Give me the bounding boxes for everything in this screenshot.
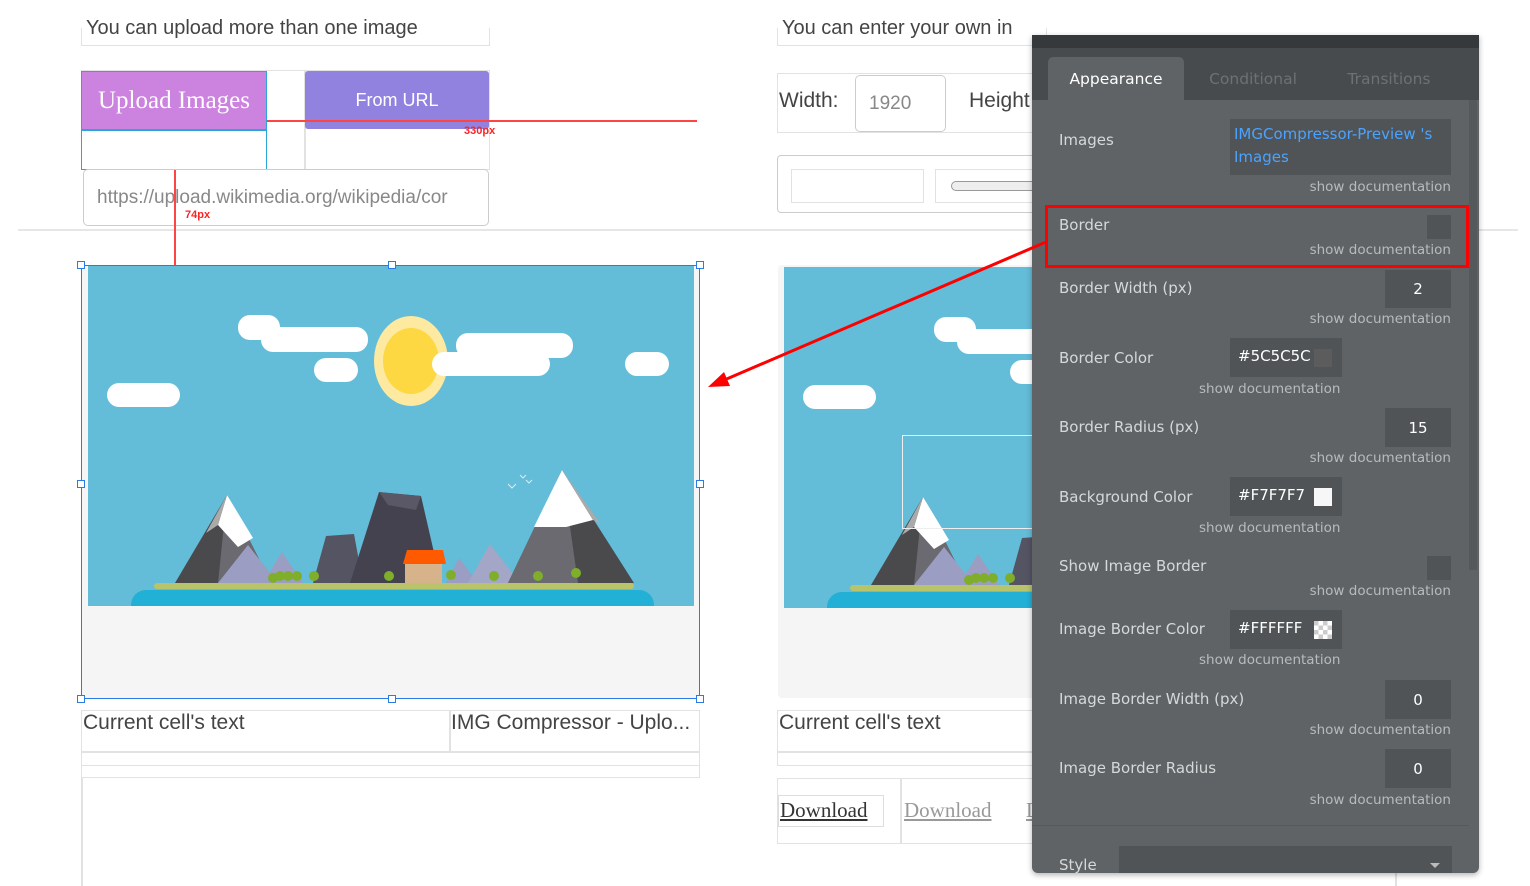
arrow-head-icon [708, 372, 730, 387]
download-link[interactable]: Download [780, 798, 868, 823]
divider [81, 778, 83, 886]
border-color-value: #5C5C5C [1238, 347, 1311, 365]
selection-box[interactable] [81, 265, 700, 699]
resize-handle-w[interactable] [77, 480, 85, 488]
cell-title: IMG Compressor - Uplo... [451, 711, 691, 734]
border-color-label: Border Color [1059, 349, 1154, 367]
border-width-input[interactable]: 2 [1385, 270, 1451, 308]
border-color-picker[interactable]: #5C5C5C [1230, 338, 1342, 377]
color-swatch [1314, 488, 1332, 506]
resize-handle-ne[interactable] [696, 261, 704, 269]
width-label: Width: [779, 89, 839, 112]
show-documentation-link[interactable]: show documentation [1310, 311, 1451, 327]
section-divider [1032, 825, 1469, 826]
image-border-radius-input[interactable]: 0 [1385, 749, 1451, 788]
measure-label-vertical: 74px [185, 209, 211, 221]
quality-input[interactable] [791, 169, 924, 203]
border-radius-label: Border Radius (px) [1059, 418, 1200, 436]
image-border-width-label: Image Border Width (px) [1059, 690, 1245, 708]
color-swatch [1314, 349, 1332, 367]
show-image-border-checkbox[interactable] [1427, 556, 1451, 580]
row [81, 765, 700, 778]
upload-caption: You can upload more than one image [86, 17, 418, 39]
divider [900, 778, 902, 844]
download-link-secondary[interactable]: Download [904, 798, 992, 823]
show-documentation-link[interactable]: show documentation [1310, 450, 1451, 466]
resize-handle-e[interactable] [696, 480, 704, 488]
border-width-label: Border Width (px) [1059, 279, 1193, 297]
measure-label-horizontal: 330px [464, 125, 496, 137]
show-documentation-link[interactable]: show documentation [1310, 792, 1451, 808]
show-documentation-link[interactable]: show documentation [1199, 381, 1340, 397]
show-documentation-link[interactable]: show documentation [1199, 652, 1340, 668]
panel-scrollbar[interactable] [1469, 100, 1477, 570]
resize-handle-sw[interactable] [77, 695, 85, 703]
show-documentation-link[interactable]: show documentation [1199, 520, 1340, 536]
measure-line-vertical [174, 170, 176, 265]
show-image-border-label: Show Image Border [1059, 557, 1207, 575]
images-dynamic-field[interactable]: IMGCompressor-Preview 's Images [1230, 119, 1451, 175]
image-border-width-input[interactable]: 0 [1385, 680, 1451, 719]
selected-group-outline [81, 130, 267, 170]
image-border-color-value: #FFFFFF [1238, 619, 1303, 637]
style-dropdown[interactable] [1119, 846, 1452, 873]
show-documentation-link[interactable]: show documentation [1310, 179, 1451, 195]
image-border-radius-label: Image Border Radius [1059, 759, 1217, 777]
show-documentation-link[interactable]: show documentation [1310, 583, 1451, 599]
enter-caption: You can enter your own in [782, 17, 1013, 39]
style-label: Style [1059, 856, 1097, 873]
images-label: Images [1059, 131, 1114, 149]
row [81, 752, 700, 766]
upload-images-button[interactable]: Upload Images [81, 71, 267, 130]
row [777, 752, 1047, 766]
url-input[interactable]: https://upload.wikimedia.org/wikipedia/c… [83, 169, 489, 226]
tab-transitions[interactable]: Transitions [1328, 57, 1450, 100]
height-label: Height [969, 89, 1030, 112]
border-radius-input[interactable]: 15 [1385, 408, 1451, 447]
background-color-value: #F7F7F7 [1238, 486, 1306, 504]
chevron-down-icon [1430, 863, 1440, 868]
image-border-color-picker[interactable]: #FFFFFF [1230, 610, 1342, 649]
background-color-label: Background Color [1059, 488, 1193, 506]
cell-text: Current cell's text [83, 711, 245, 734]
highlight-box [1045, 205, 1469, 268]
image-border-color-label: Image Border Color [1059, 620, 1205, 638]
panel-title-bar[interactable] [1032, 35, 1479, 48]
quality-slider[interactable] [951, 181, 1041, 191]
tab-conditional[interactable]: Conditional [1192, 57, 1314, 100]
resize-handle-n[interactable] [388, 261, 396, 269]
property-editor-panel: Appearance Conditional Transitions Image… [1032, 35, 1479, 873]
transparent-swatch [1314, 621, 1332, 639]
show-documentation-link[interactable]: show documentation [1310, 722, 1451, 738]
resize-handle-s[interactable] [388, 695, 396, 703]
panel-tabs: Appearance Conditional Transitions [1032, 48, 1479, 100]
measure-line-horizontal [267, 120, 697, 122]
resize-handle-se[interactable] [696, 695, 704, 703]
crop-frame [902, 435, 1042, 529]
background-color-picker[interactable]: #F7F7F7 [1230, 477, 1342, 516]
width-input[interactable]: 1920 [855, 75, 946, 132]
resize-handle-nw[interactable] [77, 261, 85, 269]
cell-text: Current cell's text [779, 711, 941, 734]
tab-appearance[interactable]: Appearance [1048, 57, 1184, 100]
